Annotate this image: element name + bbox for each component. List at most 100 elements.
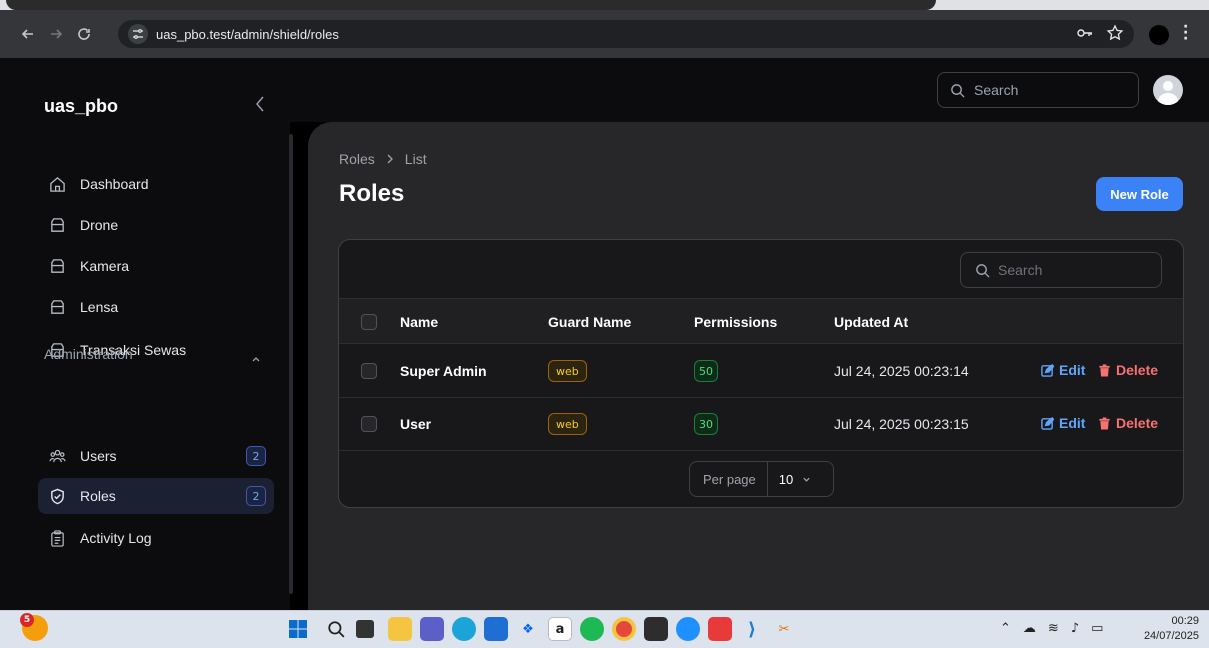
box-icon xyxy=(48,216,66,234)
home-icon xyxy=(48,175,66,193)
box-icon xyxy=(48,298,66,316)
browser-tab[interactable] xyxy=(6,0,936,10)
battery-icon[interactable]: ▭ xyxy=(1091,621,1103,636)
back-icon[interactable] xyxy=(14,20,42,48)
sidebar-item-roles[interactable]: Roles 2 xyxy=(38,478,274,514)
breadcrumb: Roles List xyxy=(339,151,427,167)
breadcrumb-roles[interactable]: Roles xyxy=(339,151,375,167)
chevron-up-icon[interactable]: ⌃ xyxy=(1000,621,1011,636)
updated-at: Jul 24, 2025 00:23:14 xyxy=(834,363,969,379)
count-badge: 2 xyxy=(246,486,266,506)
edit-icon xyxy=(1041,416,1054,430)
chevron-down-icon xyxy=(803,477,810,482)
notification-badge: 5 xyxy=(20,613,34,627)
app-icon[interactable] xyxy=(676,617,700,641)
delete-button[interactable]: Delete xyxy=(1098,415,1158,431)
count-badge: 2 xyxy=(246,446,266,466)
role-name: Super Admin xyxy=(400,363,487,379)
windows-start-icon[interactable] xyxy=(286,617,310,641)
search-icon[interactable] xyxy=(324,617,348,641)
cloud-sync-icon[interactable]: ☁ xyxy=(1023,621,1036,636)
address-bar[interactable]: uas_pbo.test/admin/shield/roles xyxy=(118,20,1134,48)
sidebar-item-kamera[interactable]: Kamera xyxy=(38,248,274,284)
site-info-icon[interactable] xyxy=(128,24,148,44)
column-header-guard-name[interactable]: Guard Name xyxy=(548,314,631,330)
vscode-icon[interactable]: ⟩ xyxy=(740,617,764,641)
trash-icon xyxy=(1099,363,1110,377)
table-header: Name Guard Name Permissions Updated At xyxy=(339,298,1183,344)
sidebar-item-label: Users xyxy=(80,448,117,464)
row-checkbox[interactable] xyxy=(361,363,377,379)
sidebar-scrollbar[interactable] xyxy=(289,134,293,594)
browser-tabstrip xyxy=(0,0,1209,10)
teams-icon[interactable] xyxy=(420,617,444,641)
sidebar-item-drone[interactable]: Drone xyxy=(38,207,274,243)
chrome-icon[interactable] xyxy=(612,617,636,641)
users-icon xyxy=(48,447,66,465)
select-all-checkbox[interactable] xyxy=(361,314,377,330)
sidebar-item-users[interactable]: Users 2 xyxy=(38,438,274,474)
volume-icon[interactable]: ♪ xyxy=(1071,621,1079,636)
amazon-icon[interactable]: a xyxy=(548,617,572,641)
task-view-icon[interactable] xyxy=(356,620,374,638)
taskbar-clock[interactable]: 00:29 24/07/2025 xyxy=(1137,614,1199,644)
wifi-icon[interactable]: ≋ xyxy=(1048,621,1059,636)
file-explorer-icon[interactable] xyxy=(388,617,412,641)
sidebar-item-dashboard[interactable]: Dashboard xyxy=(38,166,274,202)
browser-profile-avatar[interactable] xyxy=(1149,25,1169,45)
sidebar-item-label: Drone xyxy=(80,217,119,233)
table-row[interactable]: User web 30 Jul 24, 2025 00:23:15 Edit D… xyxy=(339,398,1183,451)
role-name: User xyxy=(400,416,432,432)
browser-menu-icon[interactable]: · · · xyxy=(1183,20,1188,46)
guard-badge: web xyxy=(548,360,587,382)
table-row[interactable]: Super Admin web 50 Jul 24, 2025 00:23:14… xyxy=(339,345,1183,398)
column-header-updated-at[interactable]: Updated At xyxy=(834,314,908,330)
trash-icon xyxy=(1099,416,1110,430)
search-placeholder: Search xyxy=(974,82,1019,98)
chevron-up-icon[interactable] xyxy=(250,350,262,362)
column-header-name[interactable]: Name xyxy=(400,314,438,330)
edit-button[interactable]: Edit xyxy=(1041,415,1085,431)
clock-date: 24/07/2025 xyxy=(1143,630,1199,642)
snipping-tool-icon[interactable]: ✂ xyxy=(772,617,796,641)
row-checkbox[interactable] xyxy=(361,416,377,432)
per-page-label: Per page xyxy=(690,462,768,496)
global-search-input[interactable]: Search xyxy=(937,72,1139,108)
system-tray: ⌃ ☁ ≋ ♪ ▭ xyxy=(1000,621,1103,636)
sidebar-item-activity-log[interactable]: Activity Log xyxy=(38,520,274,556)
forward-icon[interactable] xyxy=(42,20,70,48)
spotify-icon[interactable] xyxy=(580,617,604,641)
password-key-icon[interactable] xyxy=(1076,24,1094,46)
table-search-input[interactable]: Search xyxy=(960,252,1162,288)
brand-logo[interactable]: uas_pbo xyxy=(44,96,118,117)
sidebar-item-label: Roles xyxy=(80,488,116,504)
search-icon xyxy=(976,263,990,278)
collapse-sidebar-icon[interactable] xyxy=(252,94,268,114)
search-placeholder: Search xyxy=(998,262,1043,278)
os-taskbar: 5 ❖ a ⟩ ✂ ⌃ ☁ ≋ ♪ ▭ 00:29 24/07/2025 xyxy=(0,610,1209,648)
weather-app-icon[interactable]: 5 xyxy=(20,613,48,641)
edit-button[interactable]: Edit xyxy=(1041,362,1085,378)
sidebar-item-lensa[interactable]: Lensa xyxy=(38,289,274,325)
clock-time: 00:29 xyxy=(1171,615,1199,627)
guard-badge: web xyxy=(548,413,587,435)
page-title: Roles xyxy=(339,180,405,207)
edge-icon[interactable] xyxy=(452,617,476,641)
reload-icon[interactable] xyxy=(70,20,98,48)
sidebar-item-label: Activity Log xyxy=(80,530,152,546)
sidebar-group-administration[interactable]: Administration xyxy=(44,346,133,362)
terminal-icon[interactable] xyxy=(644,617,668,641)
dropbox-icon[interactable]: ❖ xyxy=(516,617,540,641)
git-icon[interactable] xyxy=(708,617,732,641)
user-avatar[interactable] xyxy=(1153,75,1183,105)
bookmark-star-icon[interactable] xyxy=(1106,24,1124,46)
per-page-value[interactable]: 10 xyxy=(768,472,811,487)
delete-button[interactable]: Delete xyxy=(1098,362,1158,378)
per-page-select[interactable]: Per page 10 xyxy=(689,461,834,497)
store-icon[interactable] xyxy=(484,617,508,641)
new-role-button[interactable]: New Role xyxy=(1096,177,1183,211)
column-header-permissions[interactable]: Permissions xyxy=(694,314,777,330)
sidebar-item-label: Dashboard xyxy=(80,176,149,192)
chevron-right-icon xyxy=(387,154,393,164)
delete-label: Delete xyxy=(1116,362,1159,378)
